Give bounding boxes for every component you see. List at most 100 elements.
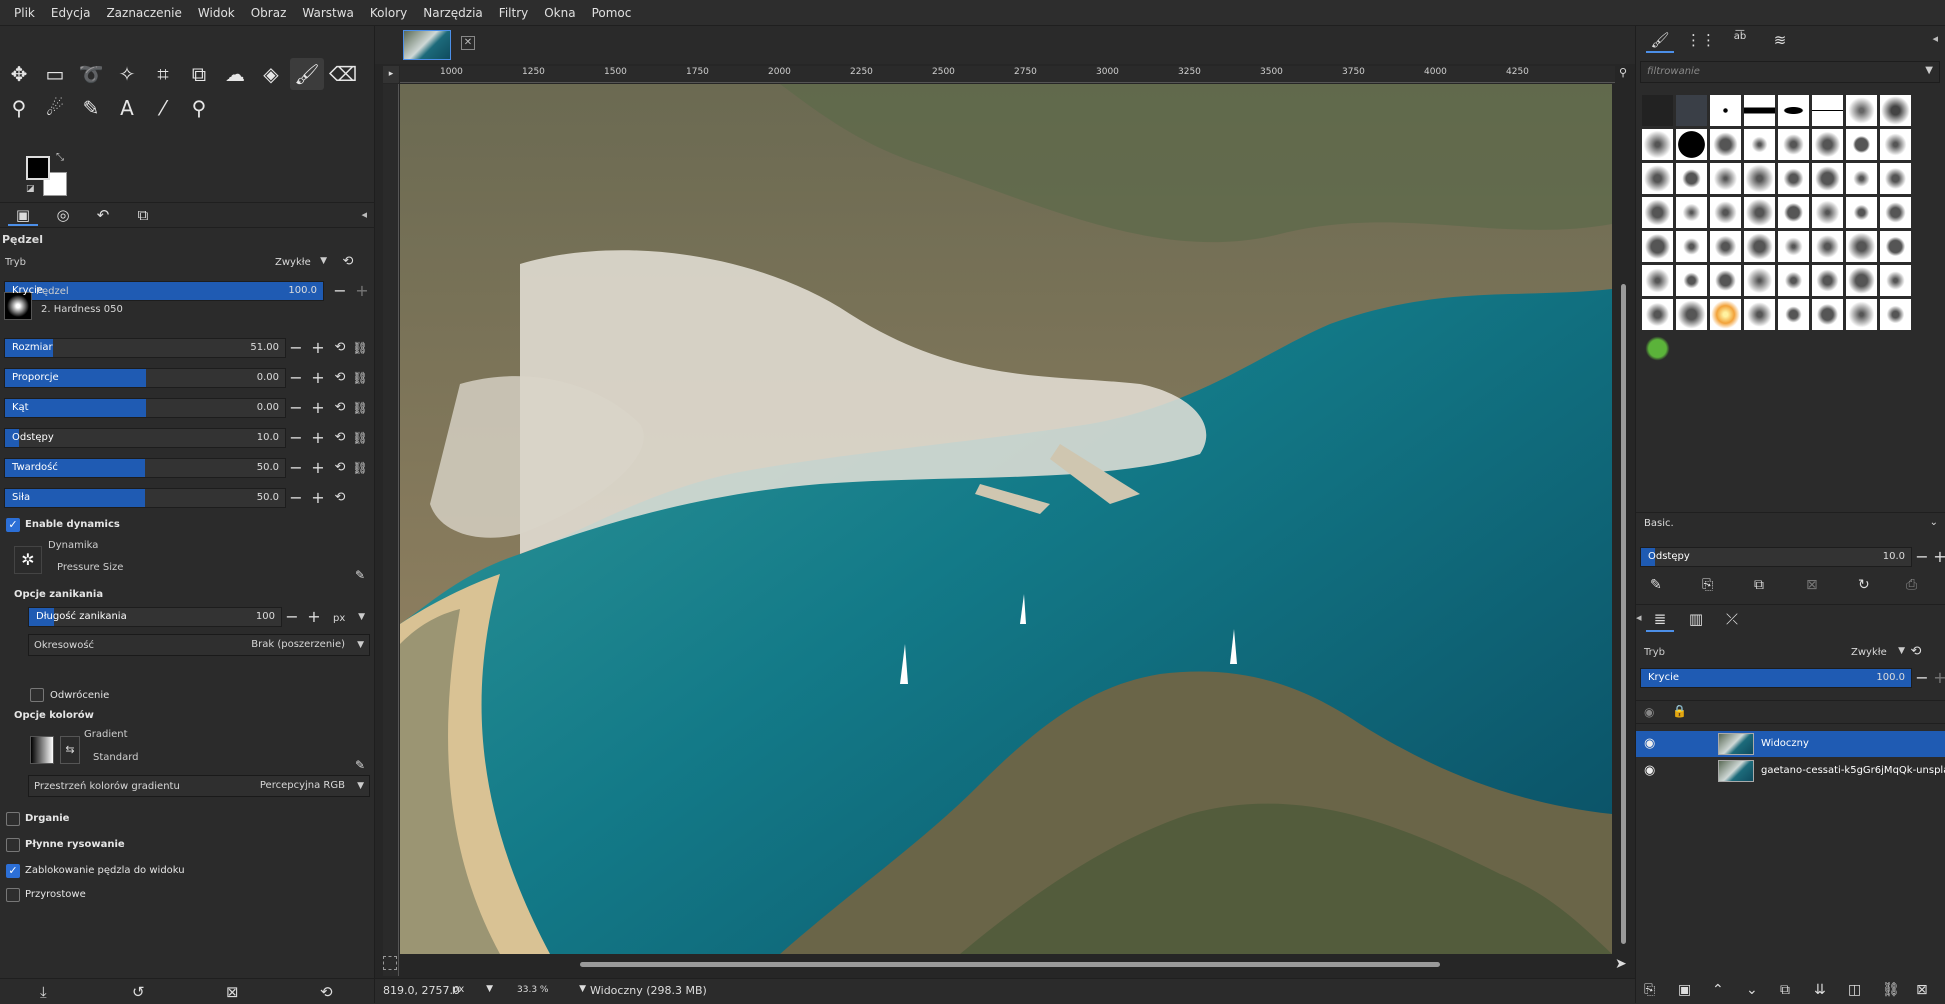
new-layer-icon[interactable]: ⎘ (1644, 982, 1655, 998)
spacing-link-icon[interactable]: ⛓ (352, 429, 368, 447)
paths-tool-icon[interactable]: ✎ (74, 92, 108, 124)
force-reset-icon[interactable]: ⟲ (332, 489, 348, 507)
layer-mask-icon[interactable]: ◫ (1848, 982, 1861, 998)
angle-slider[interactable]: Kąt 0.00 (4, 398, 286, 418)
smudge-tool-icon[interactable]: ☄ (38, 92, 72, 124)
angle-plus-icon[interactable]: + (310, 399, 326, 417)
document-history-tab-icon[interactable]: ≋ (1766, 31, 1794, 53)
foreground-color-swatch[interactable] (26, 156, 50, 180)
menu-image[interactable]: Obraz (243, 6, 295, 20)
delete-brush-icon[interactable]: ⊠ (1806, 577, 1818, 593)
brush-swatch[interactable] (1675, 298, 1708, 331)
brush-select[interactable]: 2. Hardness 050 (36, 298, 350, 320)
menu-edit[interactable]: Edycja (43, 6, 99, 20)
zoom-fit-icon[interactable]: ⚲ (1615, 66, 1631, 83)
bucket-fill-tool-icon[interactable]: ◈ (254, 58, 288, 90)
brush-swatch[interactable] (1709, 162, 1742, 195)
merge-layer-icon[interactable]: ⇊ (1814, 982, 1826, 998)
undo-history-tab-icon[interactable]: ↶ (88, 206, 118, 226)
brush-swatch[interactable] (1777, 196, 1810, 229)
brush-swatch[interactable] (1777, 162, 1810, 195)
brush-swatch[interactable] (1777, 128, 1810, 161)
brush-filter-input[interactable]: filtrowanie ▼ (1640, 61, 1940, 83)
color-picker-tool-icon[interactable]: ⁄ (146, 92, 180, 124)
zoom-tool-icon[interactable]: ⚲ (182, 92, 216, 124)
reverse-gradient-icon[interactable]: ⇆ (60, 736, 80, 764)
vertical-scroll-thumb[interactable] (1621, 284, 1626, 944)
brush-swatch[interactable] (1845, 196, 1878, 229)
dynamics-preview-icon[interactable]: ✲ (14, 546, 42, 574)
fade-minus-icon[interactable]: − (284, 608, 300, 626)
brush-swatch[interactable] (1811, 94, 1844, 127)
vertical-scrollbar[interactable] (1615, 84, 1631, 954)
brush-swatch[interactable] (1845, 298, 1878, 331)
layer-row[interactable]: ◉ gaetano-cessati-k5gGr6jMqQk-unsplash.j… (1636, 758, 1945, 784)
spacing-minus-icon[interactable]: − (288, 429, 304, 447)
brush-swatch[interactable] (1641, 162, 1674, 195)
reset-layer-mode-icon[interactable]: ⟲ (1908, 643, 1924, 661)
force-slider[interactable]: Siła 50.0 (4, 488, 286, 508)
layer-opacity-minus-icon[interactable]: − (1914, 669, 1930, 687)
reset-colors-icon[interactable]: ◪ (26, 184, 35, 194)
brush-swatch[interactable] (1811, 264, 1844, 297)
fonts-tab-icon[interactable]: a͞b (1726, 31, 1754, 53)
warp-tool-icon[interactable]: ☁ (218, 58, 252, 90)
menu-select[interactable]: Zaznaczenie (98, 6, 189, 20)
panel-menu-icon[interactable]: ◂ (361, 208, 367, 221)
brush-swatch[interactable] (1743, 298, 1776, 331)
device-status-tab-icon[interactable]: ◎ (48, 206, 78, 226)
new-brush-icon[interactable]: ⎘ (1702, 577, 1713, 593)
menu-file[interactable]: Plik (6, 6, 43, 20)
brush-swatch[interactable] (1709, 94, 1742, 127)
brush-swatch[interactable] (1641, 332, 1674, 365)
brush-swatch[interactable] (1845, 94, 1878, 127)
brush-swatch[interactable] (1879, 264, 1912, 297)
spacing-slider[interactable]: Odstępy 10.0 (4, 428, 286, 448)
gradient-preview[interactable] (30, 736, 54, 764)
reset-options-icon[interactable]: ⟲ (320, 983, 333, 1001)
lasso-tool-icon[interactable]: ➰ (74, 58, 108, 90)
crop-tool-icon[interactable]: ⌗ (146, 58, 180, 90)
horizontal-scrollbar[interactable] (400, 956, 1612, 972)
quick-mask-icon[interactable] (383, 956, 397, 970)
force-plus-icon[interactable]: + (310, 489, 326, 507)
raise-layer-icon[interactable]: ⌃ (1712, 982, 1724, 998)
brush-spacing-plus-icon[interactable]: + (1932, 548, 1945, 566)
unit-select[interactable]: px ▼ (447, 981, 497, 1001)
fade-length-slider[interactable]: Długość zanikania 100 (28, 607, 282, 627)
zoom-select[interactable]: 33.3 % ▼ (512, 981, 586, 1001)
brush-swatch[interactable] (1811, 128, 1844, 161)
menu-help[interactable]: Pomoc (584, 6, 640, 20)
blend-space-select[interactable]: Przestrzeń kolorów gradientu Percepcyjna… (28, 775, 370, 797)
spacing-reset-icon[interactable]: ⟲ (332, 429, 348, 447)
brush-swatch[interactable] (1641, 196, 1674, 229)
aspect-plus-icon[interactable]: + (310, 369, 326, 387)
hardness-slider[interactable]: Twardość 50.0 (4, 458, 286, 478)
brush-preset-select[interactable]: Basic. ⌄ (1636, 512, 1945, 534)
aspect-link-icon[interactable]: ⛓ (352, 369, 368, 387)
brush-swatch[interactable] (1879, 196, 1912, 229)
brush-spacing-minus-icon[interactable]: − (1914, 548, 1930, 566)
image-tab-thumbnail[interactable] (403, 30, 451, 60)
brush-swatch[interactable] (1879, 128, 1912, 161)
aspect-slider[interactable]: Proporcje 0.00 (4, 368, 286, 388)
brush-swatch[interactable] (1675, 162, 1708, 195)
refresh-brushes-icon[interactable]: ↻ (1858, 577, 1870, 593)
images-tab-icon[interactable]: ⧉ (128, 206, 158, 226)
brush-swatch[interactable] (1845, 264, 1878, 297)
brush-swatch[interactable] (1743, 230, 1776, 263)
duplicate-brush-icon[interactable]: ⧉ (1754, 577, 1764, 593)
size-link-icon[interactable]: ⛓ (352, 339, 368, 357)
brush-swatch[interactable] (1641, 128, 1674, 161)
layer-row[interactable]: ◉ Widoczny (1636, 731, 1945, 757)
brush-swatch[interactable] (1845, 162, 1878, 195)
brush-swatch[interactable] (1641, 94, 1674, 127)
menu-layer[interactable]: Warstwa (294, 6, 362, 20)
brush-swatch[interactable] (1743, 162, 1776, 195)
layer-opacity-slider[interactable]: Krycie 100.0 (1640, 668, 1912, 688)
angle-reset-icon[interactable]: ⟲ (332, 399, 348, 417)
incremental-checkbox[interactable] (6, 888, 20, 902)
brush-swatch[interactable] (1709, 298, 1742, 331)
opacity-plus-icon[interactable]: + (354, 282, 370, 300)
brush-swatch[interactable] (1641, 230, 1674, 263)
